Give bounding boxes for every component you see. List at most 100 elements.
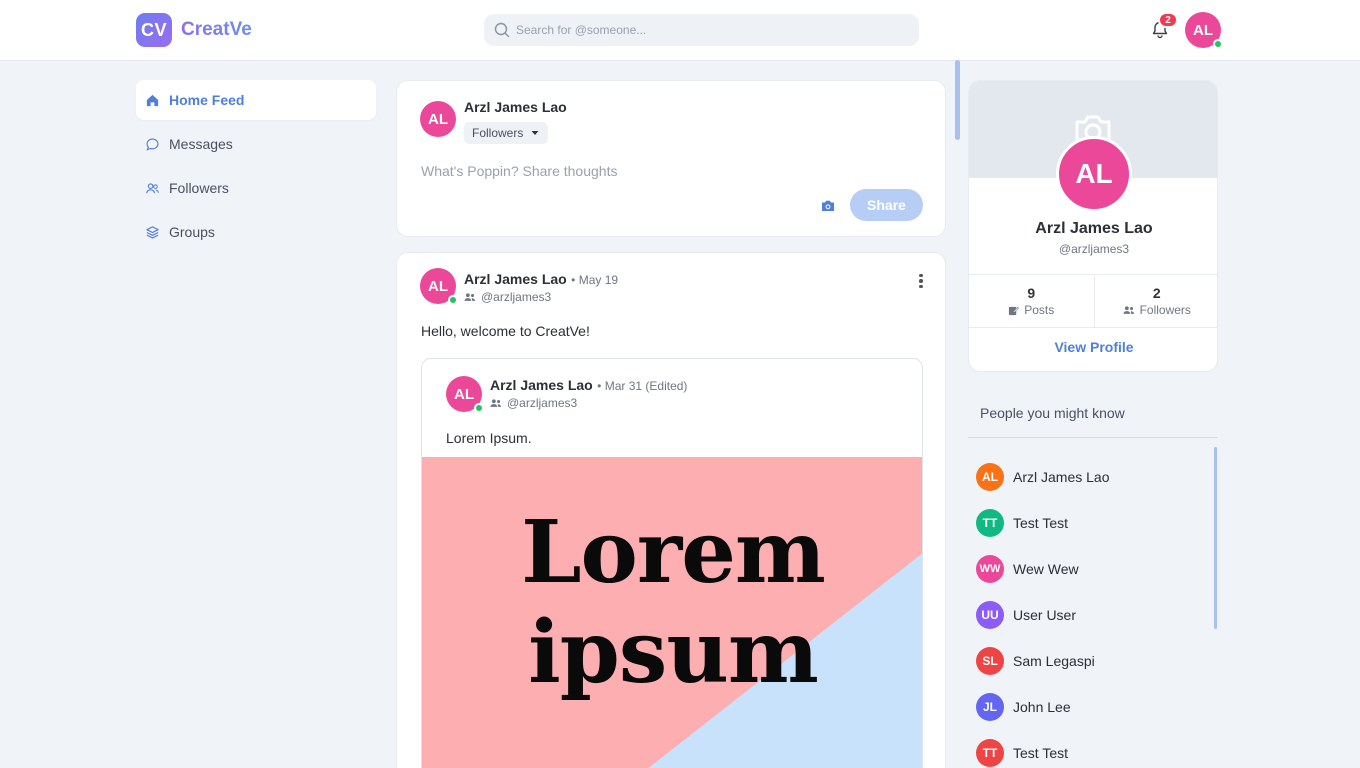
profile-name: Arzl James Lao xyxy=(1035,220,1153,237)
post-date: • May 19 xyxy=(571,273,619,287)
person-avatar[interactable]: SL xyxy=(976,647,1004,675)
person-avatar[interactable]: TT xyxy=(976,509,1004,537)
posts-label: Posts xyxy=(1024,303,1055,317)
people-you-might-know-title: People you might know xyxy=(980,405,1125,421)
shared-post-header: Arzl James Lao • Mar 31 (Edited) xyxy=(490,377,687,395)
person-avatar-initials: TT xyxy=(982,516,998,530)
person-avatar[interactable]: JL xyxy=(976,693,1004,721)
sidebar-item-label: Home Feed xyxy=(169,92,245,108)
composer-avatar-initials: AL xyxy=(428,110,448,128)
people-list: AL Arzl James Lao TT Test Test WW Wew We… xyxy=(976,454,1208,768)
users-icon xyxy=(490,399,502,407)
person-avatar[interactable]: UU xyxy=(976,601,1004,629)
app-name[interactable]: CreatVe xyxy=(181,19,252,41)
post-options-button[interactable] xyxy=(911,271,931,291)
shared-post-text: Lorem Ipsum. xyxy=(446,430,532,446)
view-profile-link[interactable]: View Profile xyxy=(969,339,1217,355)
online-status-dot xyxy=(1213,39,1223,49)
camera-icon xyxy=(822,200,834,211)
audience-dropdown[interactable]: Followers xyxy=(464,122,549,144)
shared-post-avatar[interactable]: AL xyxy=(446,376,484,413)
sidebar-item-groups[interactable]: Groups xyxy=(136,212,376,252)
person-name[interactable]: Wew Wew xyxy=(1013,561,1079,577)
top-bar: CV CreatVe 2 AL xyxy=(0,0,1360,61)
sidebar-item-label: Followers xyxy=(169,180,229,196)
list-item[interactable]: TT Test Test xyxy=(976,730,1208,768)
post-author-name[interactable]: Arzl James Lao xyxy=(464,271,567,287)
list-item[interactable]: JL John Lee xyxy=(976,684,1208,730)
post-header: Arzl James Lao • May 19 xyxy=(464,271,618,289)
person-name[interactable]: John Lee xyxy=(1013,699,1071,715)
person-name[interactable]: Sam Legaspi xyxy=(1013,653,1095,669)
search-input[interactable] xyxy=(516,23,896,37)
composer-input[interactable] xyxy=(421,163,821,179)
person-name[interactable]: Test Test xyxy=(1013,515,1068,531)
share-button[interactable]: Share xyxy=(850,189,923,221)
person-name[interactable]: Test Test xyxy=(1013,745,1068,761)
caret-down-icon xyxy=(531,131,539,135)
list-item[interactable]: UU User User xyxy=(976,592,1208,638)
person-avatar-initials: AL xyxy=(982,470,998,484)
person-name[interactable]: User User xyxy=(1013,607,1076,623)
users-icon xyxy=(464,293,476,301)
posts-label-row: Posts xyxy=(1008,303,1054,317)
composer-avatar[interactable]: AL xyxy=(420,101,456,137)
profile-stats: 9 Posts 2 Followers xyxy=(969,274,1218,328)
sidebar-item-label: Groups xyxy=(169,224,215,240)
online-status-dot xyxy=(474,403,484,413)
followers-label: Followers xyxy=(1139,303,1191,317)
shared-post-author-handle: @arzljames3 xyxy=(507,396,578,410)
composer-author-name: Arzl James Lao xyxy=(464,99,567,115)
audience-dropdown-label: Followers xyxy=(472,126,524,140)
image-text-line2: ipsum xyxy=(528,602,819,703)
post-composer: AL Arzl James Lao Followers Share xyxy=(396,80,946,237)
person-avatar[interactable]: AL xyxy=(976,463,1004,491)
logo-badge[interactable]: CV xyxy=(136,13,172,47)
notification-badge: 2 xyxy=(1158,12,1178,28)
divider xyxy=(968,437,1218,438)
shared-post-image[interactable]: Lorem ipsum xyxy=(422,457,922,768)
home-icon xyxy=(146,94,159,106)
sidebar-item-label: Messages xyxy=(169,136,233,152)
search-bar[interactable] xyxy=(484,14,919,46)
person-avatar[interactable]: WW xyxy=(976,555,1004,583)
dot xyxy=(919,284,923,289)
shared-post-author-name[interactable]: Arzl James Lao xyxy=(490,377,593,393)
person-name[interactable]: Arzl James Lao xyxy=(1013,469,1109,485)
profile-handle: @arzljames3 xyxy=(1058,242,1130,256)
feed-post: AL Arzl James Lao • May 19 @arzljames3 H… xyxy=(396,252,946,768)
shared-post-avatar-initials: AL xyxy=(454,385,474,403)
people-list-scrollbar[interactable] xyxy=(1214,447,1217,629)
feed-scrollbar[interactable] xyxy=(955,60,960,140)
post-author-avatar-initials: AL xyxy=(428,277,448,295)
post-author-avatar[interactable]: AL xyxy=(420,268,458,305)
add-photo-button[interactable] xyxy=(815,193,841,219)
users-icon xyxy=(1122,306,1134,314)
list-item[interactable]: WW Wew Wew xyxy=(976,546,1208,592)
person-avatar-initials: SL xyxy=(982,654,998,668)
sidebar: Home Feed Messages Followers Groups xyxy=(136,80,376,256)
profile-avatar[interactable]: AL xyxy=(1056,136,1132,212)
user-avatar[interactable]: AL xyxy=(1185,12,1223,49)
list-item[interactable]: SL Sam Legaspi xyxy=(976,638,1208,684)
person-avatar-initials: TT xyxy=(982,746,998,760)
shared-post[interactable]: AL Arzl James Lao • Mar 31 (Edited) @arz… xyxy=(421,358,923,768)
user-avatar-initials: AL xyxy=(1193,21,1213,39)
profile-avatar-initials: AL xyxy=(1075,158,1113,189)
list-item[interactable]: TT Test Test xyxy=(976,500,1208,546)
posts-count: 9 xyxy=(1027,285,1036,301)
list-item[interactable]: AL Arzl James Lao xyxy=(976,454,1208,500)
posts-stat[interactable]: 9 Posts xyxy=(969,275,1094,327)
person-avatar-initials: UU xyxy=(981,608,999,622)
online-status-dot xyxy=(448,295,458,305)
post-text: Hello, welcome to CreatVe! xyxy=(421,323,590,339)
sidebar-item-home-feed[interactable]: Home Feed xyxy=(136,80,376,120)
shared-post-date: • Mar 31 (Edited) xyxy=(597,379,688,393)
person-avatar-initials: JL xyxy=(982,700,997,714)
person-avatar[interactable]: TT xyxy=(976,739,1004,767)
layers-icon xyxy=(146,225,159,238)
users-icon xyxy=(146,182,159,193)
sidebar-item-messages[interactable]: Messages xyxy=(136,124,376,164)
followers-stat[interactable]: 2 Followers xyxy=(1093,275,1218,327)
sidebar-item-followers[interactable]: Followers xyxy=(136,168,376,208)
